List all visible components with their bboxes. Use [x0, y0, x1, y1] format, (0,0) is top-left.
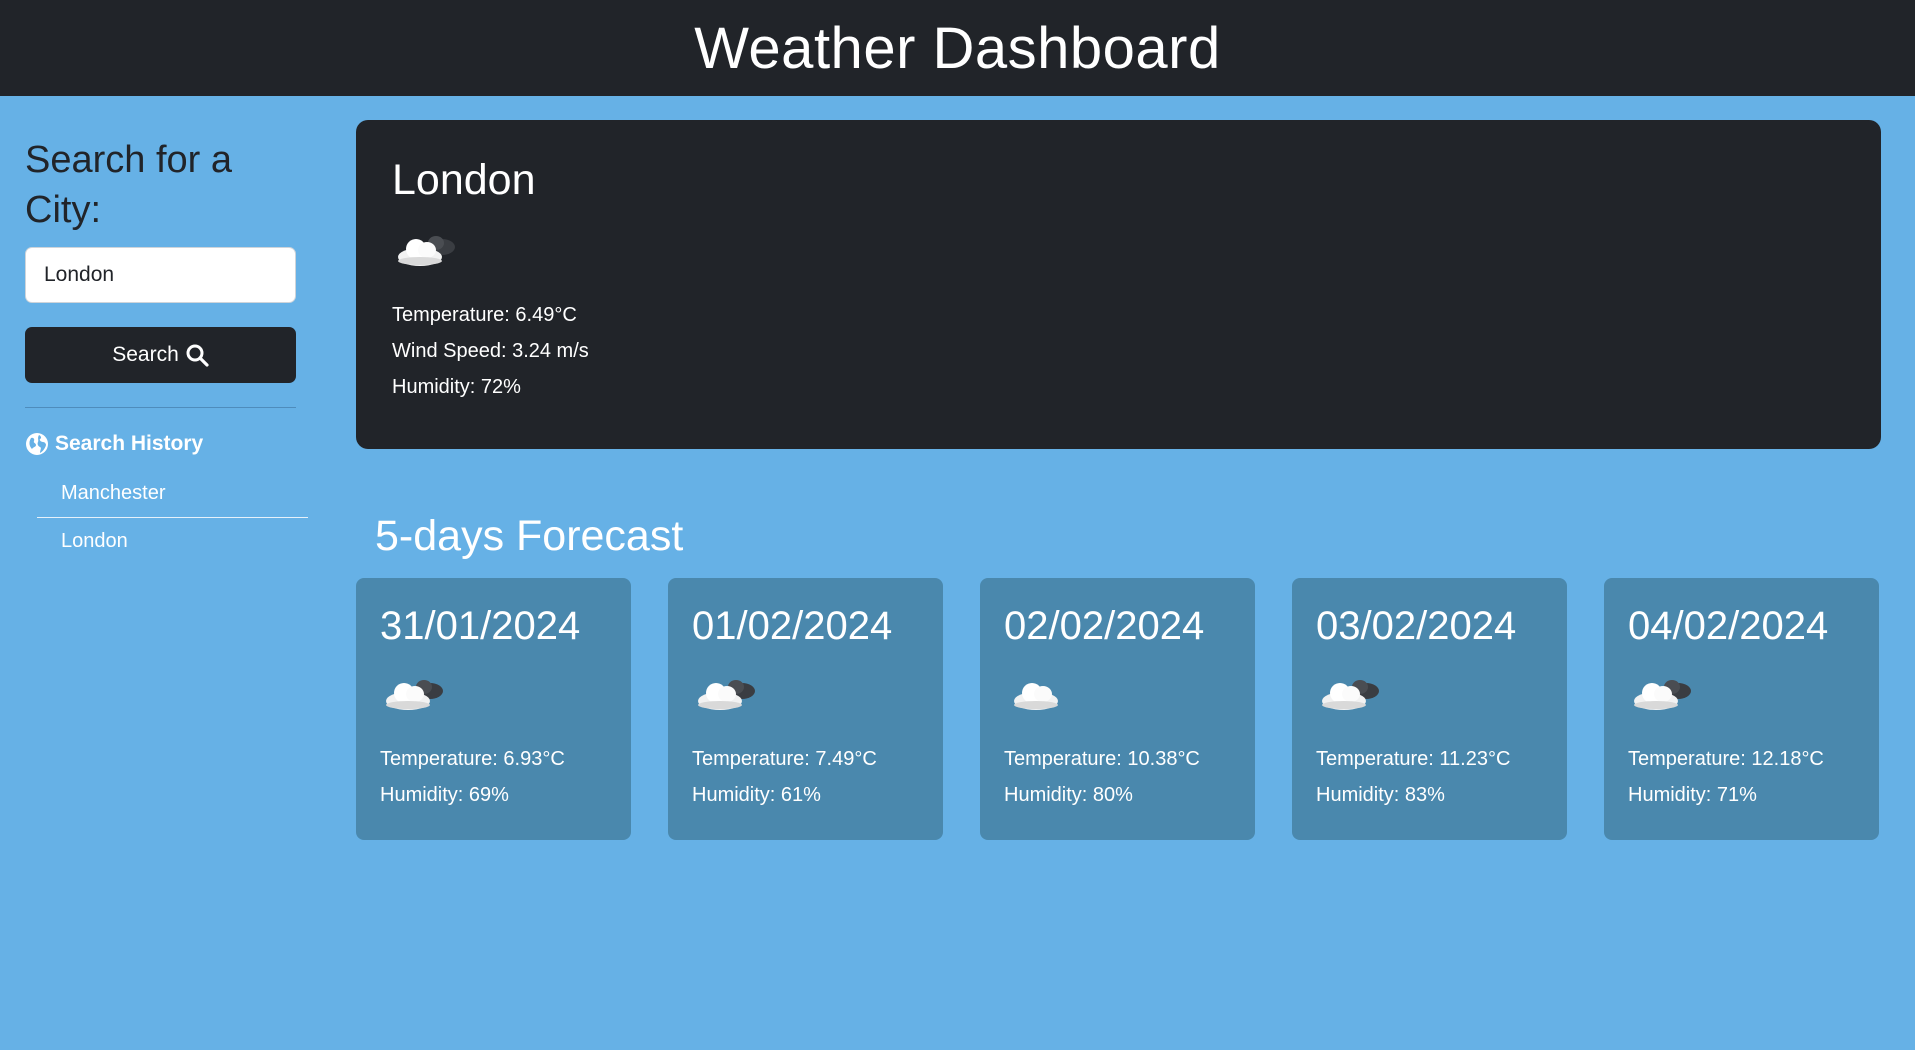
magnifier-icon	[186, 344, 209, 367]
page-title: Weather Dashboard	[694, 15, 1221, 81]
city-search-input[interactable]	[25, 247, 296, 303]
globe-icon	[26, 433, 48, 455]
forecast-humidity: Humidity: 69%	[380, 784, 509, 806]
current-weather-card: London Temperature: 6.49°C Wind Speed: 3…	[356, 120, 1881, 449]
history-item-london[interactable]: London	[37, 518, 308, 565]
forecast-card: 31/01/2024 Temperature: 6.93°C Humidity:…	[356, 578, 631, 840]
forecast-humidity: Humidity: 61%	[692, 784, 821, 806]
partly-cloudy-icon	[1322, 680, 1379, 710]
search-history-header: Search History	[25, 432, 310, 456]
sidebar-divider	[25, 407, 296, 408]
forecast-date: 02/02/2024	[1004, 604, 1205, 648]
forecast-list: 31/01/2024 Temperature: 6.93°C Humidity:…	[356, 578, 1879, 840]
forecast-card: 02/02/2024 Temperature: 10.38°C Humidity…	[980, 578, 1255, 840]
search-button-label: Search	[112, 343, 179, 366]
forecast-humidity: Humidity: 71%	[1628, 784, 1757, 806]
forecast-title: 5-days Forecast	[375, 512, 684, 560]
cloudy-icon	[398, 236, 455, 266]
current-city-name: London	[392, 156, 536, 204]
forecast-humidity: Humidity: 83%	[1316, 784, 1445, 806]
page-header: Weather Dashboard	[0, 0, 1915, 96]
forecast-date: 31/01/2024	[380, 604, 581, 648]
forecast-card: 04/02/2024 Temperature: 12.18°C Humidity…	[1604, 578, 1879, 840]
search-history-title: Search History	[55, 432, 204, 455]
sidebar: Search for a City: Search Search History…	[25, 135, 310, 565]
forecast-humidity: Humidity: 80%	[1004, 784, 1133, 806]
forecast-card: 01/02/2024 Temperature: 7.49°C Humidity:…	[668, 578, 943, 840]
partly-cloudy-icon	[386, 680, 443, 710]
search-button[interactable]: Search	[25, 327, 296, 383]
forecast-temperature: Temperature: 12.18°C	[1628, 748, 1824, 770]
history-item-manchester[interactable]: Manchester	[37, 470, 308, 518]
partly-cloudy-icon	[698, 680, 755, 710]
forecast-date: 03/02/2024	[1316, 604, 1517, 648]
cloud-icon	[1014, 683, 1058, 710]
search-title: Search for a City:	[25, 139, 232, 231]
forecast-date: 04/02/2024	[1628, 604, 1829, 648]
partly-cloudy-icon	[1634, 680, 1691, 710]
search-history-list: Manchester London	[37, 470, 308, 565]
forecast-temperature: Temperature: 6.93°C	[380, 748, 565, 770]
forecast-date: 01/02/2024	[692, 604, 893, 648]
forecast-temperature: Temperature: 7.49°C	[692, 748, 877, 770]
current-temperature: Temperature: 6.49°C	[392, 304, 577, 326]
forecast-temperature: Temperature: 10.38°C	[1004, 748, 1200, 770]
current-humidity: Humidity: 72%	[392, 376, 521, 398]
current-wind-speed: Wind Speed: 3.24 m/s	[392, 340, 589, 362]
forecast-card: 03/02/2024 Temperature: 11.23°C Humidity…	[1292, 578, 1567, 840]
forecast-temperature: Temperature: 11.23°C	[1316, 748, 1511, 770]
